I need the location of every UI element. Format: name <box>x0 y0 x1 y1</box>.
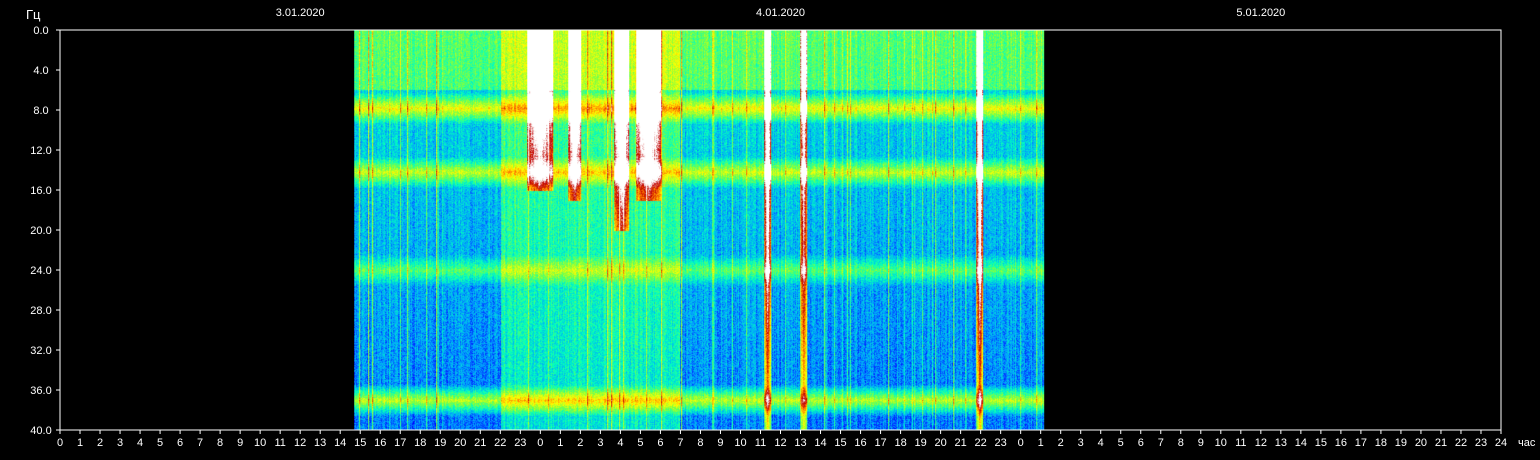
y-tick-label: 24.0 <box>30 265 51 277</box>
x-tick-label: 9 <box>717 437 723 449</box>
x-tick-label: 13 <box>794 437 806 449</box>
x-tick-label: 10 <box>734 437 746 449</box>
x-tick-label: 19 <box>914 437 926 449</box>
y-tick-label: 32.0 <box>30 345 51 357</box>
x-tick-label: 12 <box>1255 437 1267 449</box>
x-tick-label: 22 <box>1455 437 1467 449</box>
x-tick-label: 3 <box>597 437 603 449</box>
x-tick-label: 4 <box>617 437 623 449</box>
x-tick-label: 16 <box>854 437 866 449</box>
date-label: 4.01.2020 <box>756 7 805 19</box>
x-tick-label: 7 <box>1158 437 1164 449</box>
x-tick-label: 1 <box>77 437 83 449</box>
x-tick-label: 8 <box>1178 437 1184 449</box>
x-tick-label: 9 <box>1198 437 1204 449</box>
x-tick-label: 10 <box>254 437 266 449</box>
x-tick-label: 8 <box>697 437 703 449</box>
x-tick-label: 6 <box>1138 437 1144 449</box>
x-tick-label: 20 <box>934 437 946 449</box>
x-tick-label: 19 <box>434 437 446 449</box>
x-tick-label: 13 <box>1275 437 1287 449</box>
x-tick-label: 2 <box>97 437 103 449</box>
x-tick-label: 12 <box>774 437 786 449</box>
x-tick-label: 20 <box>1415 437 1427 449</box>
x-tick-label: 4 <box>137 437 143 449</box>
x-tick-label: 5 <box>637 437 643 449</box>
y-tick-label: 40.0 <box>30 425 51 437</box>
y-tick-label: 12.0 <box>30 145 51 157</box>
x-tick-label: 18 <box>414 437 426 449</box>
y-tick-label: 28.0 <box>30 305 51 317</box>
x-tick-label: 21 <box>1435 437 1447 449</box>
x-tick-label: 9 <box>237 437 243 449</box>
x-tick-label: 2 <box>1058 437 1064 449</box>
x-tick-label: 23 <box>995 437 1007 449</box>
x-tick-label: 2 <box>577 437 583 449</box>
x-tick-label: 0 <box>537 437 543 449</box>
x-tick-label: 20 <box>454 437 466 449</box>
y-tick-label: 0.0 <box>33 25 48 37</box>
x-tick-label: 5 <box>1118 437 1124 449</box>
x-tick-label: 6 <box>177 437 183 449</box>
spectrogram-image <box>354 30 1045 430</box>
date-label: 5.01.2020 <box>1236 7 1285 19</box>
x-tick-label: 18 <box>1375 437 1387 449</box>
x-tick-label: 17 <box>394 437 406 449</box>
x-tick-label: 7 <box>197 437 203 449</box>
x-tick-label: 14 <box>334 437 346 449</box>
y-tick-label: 4.0 <box>33 65 48 77</box>
date-label: 3.01.2020 <box>276 7 325 19</box>
x-tick-label: 24 <box>1495 437 1507 449</box>
x-tick-label: 12 <box>294 437 306 449</box>
x-tick-label: 14 <box>814 437 826 449</box>
spectrogram-chart: 0.0 4.0 8.0 12.0 16.0 20.0 24.0 28.0 32.0 36.0 40.… <box>0 0 1540 460</box>
x-tick-label: 1 <box>1038 437 1044 449</box>
spectrogram-heatmap <box>354 30 1045 430</box>
x-tick-label: 1 <box>557 437 563 449</box>
x-tick-label: 3 <box>117 437 123 449</box>
x-tick-label: 21 <box>474 437 486 449</box>
x-tick-label: 18 <box>894 437 906 449</box>
x-tick-label: 15 <box>834 437 846 449</box>
x-tick-label: 17 <box>874 437 886 449</box>
y-tick-label: 36.0 <box>30 385 51 397</box>
x-tick-label: 10 <box>1215 437 1227 449</box>
x-tick-label: 15 <box>354 437 366 449</box>
x-unit-label: час <box>1518 437 1536 449</box>
x-tick-label: 0 <box>1018 437 1024 449</box>
x-tick-label: 22 <box>494 437 506 449</box>
x-tick-label: 16 <box>374 437 386 449</box>
x-tick-label: 11 <box>274 437 285 449</box>
x-tick-label: 8 <box>217 437 223 449</box>
y-tick-label: 16.0 <box>30 185 51 197</box>
x-tick-label: 11 <box>1235 437 1246 449</box>
y-tick-label: 20.0 <box>30 225 51 237</box>
y-unit-label: Гц <box>26 7 41 22</box>
x-tick-label: 7 <box>677 437 683 449</box>
x-tick-label: 6 <box>657 437 663 449</box>
x-tick-label: 5 <box>157 437 163 449</box>
x-tick-label: 15 <box>1315 437 1327 449</box>
x-tick-label: 3 <box>1078 437 1084 449</box>
x-tick-label: 14 <box>1295 437 1307 449</box>
x-tick-label: 22 <box>975 437 987 449</box>
x-tick-label: 0 <box>57 437 63 449</box>
x-tick-label: 19 <box>1395 437 1407 449</box>
x-tick-label: 11 <box>755 437 766 449</box>
x-tick-label: 23 <box>514 437 526 449</box>
y-tick-label: 8.0 <box>33 105 48 117</box>
x-tick-label: 21 <box>955 437 967 449</box>
x-tick-label: 23 <box>1475 437 1487 449</box>
x-tick-label: 16 <box>1335 437 1347 449</box>
x-tick-label: 13 <box>314 437 326 449</box>
x-tick-label: 17 <box>1355 437 1367 449</box>
x-tick-label: 4 <box>1098 437 1104 449</box>
